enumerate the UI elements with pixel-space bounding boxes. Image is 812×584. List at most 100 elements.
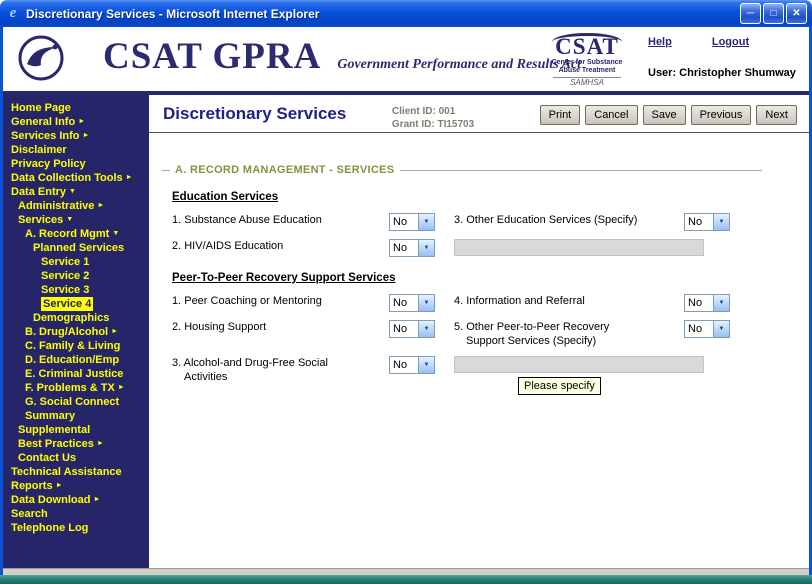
dropdown-arrow-icon: ▼	[418, 214, 434, 230]
sidebar-item-b-drug-alcohol[interactable]: B. Drug/Alcohol►	[3, 325, 149, 339]
submenu-arrow-icon: ►	[97, 199, 104, 213]
record-management-fieldset: A. RECORD MANAGEMENT - SERVICES Educatio…	[149, 133, 809, 384]
sidebar-item-data-entry[interactable]: Data Entry▼	[3, 185, 149, 199]
please-specify-tooltip: Please specify	[518, 377, 601, 395]
brand-block: CSAT GPRA Government Performance and Res…	[103, 35, 581, 78]
csat-logo: CSAT Center for Substance Abuse Treatmen…	[539, 33, 635, 87]
other-education-services-select[interactable]: No ▼	[684, 213, 730, 231]
sidebar-item-demographics[interactable]: Demographics	[3, 311, 149, 325]
sidebar-item-technical-assistance[interactable]: Technical Assistance	[3, 465, 149, 479]
logout-link[interactable]: Logout	[712, 36, 749, 48]
header-links: Help Logout	[648, 36, 749, 48]
main-panel: Discretionary Services Client ID: 001 Gr…	[149, 95, 809, 568]
hiv-aids-education-label: 2. HIV/AIDS Education	[172, 239, 389, 253]
sidebar-item-telephone-log[interactable]: Telephone Log	[3, 521, 149, 535]
sidebar-item-data-download[interactable]: Data Download►	[3, 493, 149, 507]
sidebar-item-f-problems-tx[interactable]: F. Problems & TX►	[3, 381, 149, 395]
print-button[interactable]: Print	[540, 105, 581, 125]
logged-in-user: User: Christopher Shumway	[648, 67, 796, 79]
app-brand: CSAT GPRA	[103, 35, 321, 78]
client-id: Client ID: 001	[392, 105, 540, 118]
previous-button[interactable]: Previous	[691, 105, 752, 125]
sidebar-item-service-1[interactable]: Service 1	[3, 255, 149, 269]
sidebar-item-g-social-connect[interactable]: G. Social Connect	[3, 395, 149, 409]
sidebar-item-d-education-emp[interactable]: D. Education/Emp	[3, 353, 149, 367]
submenu-arrow-icon: ►	[78, 115, 85, 129]
status-bar	[3, 568, 809, 575]
sidebar-item-disclaimer[interactable]: Disclaimer	[3, 143, 149, 157]
footer-bar	[0, 575, 812, 584]
minimize-button[interactable]: ─	[740, 3, 761, 24]
sidebar-item-summary[interactable]: Summary	[3, 409, 149, 423]
sidebar-item-service-4[interactable]: Service 4	[3, 297, 149, 311]
other-peer-recovery-label: 5. Other Peer-to-Peer Recovery Support S…	[454, 320, 684, 348]
sidebar-item-contact-us[interactable]: Contact Us	[3, 451, 149, 465]
information-referral-select[interactable]: No ▼	[684, 294, 730, 312]
sidebar-item-best-practices[interactable]: Best Practices►	[3, 437, 149, 451]
dropdown-arrow-icon: ▼	[418, 321, 434, 337]
dropdown-arrow-icon: ▼	[418, 295, 434, 311]
dropdown-arrow-icon: ▼	[713, 321, 729, 337]
sidebar-item-c-family-living[interactable]: C. Family & Living	[3, 339, 149, 353]
sidebar-item-reports[interactable]: Reports►	[3, 479, 149, 493]
other-peer-recovery-select[interactable]: No ▼	[684, 320, 730, 338]
sidebar-item-data-collection-tools[interactable]: Data Collection Tools►	[3, 171, 149, 185]
sidebar-nav: Home Page General Info► Services Info► D…	[3, 95, 149, 568]
window-controls: ─ □ ✕	[740, 3, 807, 24]
substance-abuse-education-label: 1. Substance Abuse Education	[172, 213, 389, 227]
sidebar-item-service-3[interactable]: Service 3	[3, 283, 149, 297]
dropdown-arrow-icon: ▼	[713, 295, 729, 311]
housing-support-label: 2. Housing Support	[172, 320, 389, 334]
substance-abuse-education-select[interactable]: No ▼	[389, 213, 435, 231]
titlebar[interactable]: e Discretionary Services - Microsoft Int…	[0, 0, 812, 27]
client-grant-ids: Client ID: 001 Grant ID: TI15703	[392, 105, 540, 131]
submenu-arrow-icon: ▼	[69, 185, 76, 199]
other-peer-specify-input	[454, 356, 704, 373]
grant-id: Grant ID: TI15703	[392, 118, 540, 131]
other-education-specify-input	[454, 239, 704, 256]
window-frame: CSAT GPRA Government Performance and Res…	[0, 27, 812, 575]
help-link[interactable]: Help	[648, 36, 672, 48]
close-button[interactable]: ✕	[786, 3, 807, 24]
sidebar-item-administrative[interactable]: Administrative►	[3, 199, 149, 213]
submenu-arrow-icon: ▼	[112, 227, 119, 241]
page-title: Discretionary Services	[163, 104, 392, 124]
submenu-arrow-icon: ►	[93, 493, 100, 507]
sidebar-item-home-page[interactable]: Home Page	[3, 101, 149, 115]
alcohol-drug-free-social-label: 3. Alcohol-and Drug-Free Social Activiti…	[172, 356, 389, 384]
sidebar-item-a-record-mgmt[interactable]: A. Record Mgmt▼	[3, 227, 149, 241]
sidebar-item-e-criminal-justice[interactable]: E. Criminal Justice	[3, 367, 149, 381]
submenu-arrow-icon: ►	[126, 171, 133, 185]
peer-coaching-select[interactable]: No ▼	[389, 294, 435, 312]
housing-support-select[interactable]: No ▼	[389, 320, 435, 338]
maximize-button[interactable]: □	[763, 3, 784, 24]
information-referral-label: 4. Information and Referral	[454, 294, 684, 308]
main-header: Discretionary Services Client ID: 001 Gr…	[149, 95, 809, 133]
sidebar-item-supplemental[interactable]: Supplemental	[3, 423, 149, 437]
submenu-arrow-icon: ►	[111, 325, 118, 339]
sidebar-item-services-info[interactable]: Services Info►	[3, 129, 149, 143]
dropdown-arrow-icon: ▼	[713, 214, 729, 230]
hiv-aids-education-select[interactable]: No ▼	[389, 239, 435, 257]
save-button[interactable]: Save	[643, 105, 686, 125]
sidebar-item-service-2[interactable]: Service 2	[3, 269, 149, 283]
fieldset-legend: A. RECORD MANAGEMENT - SERVICES	[162, 164, 762, 176]
sidebar-item-search[interactable]: Search	[3, 507, 149, 521]
internet-explorer-icon: e	[5, 5, 21, 22]
submenu-arrow-icon: ►	[97, 437, 104, 451]
alcohol-drug-free-social-select[interactable]: No ▼	[389, 356, 435, 374]
hhs-eagle-logo-icon	[17, 34, 65, 87]
dropdown-arrow-icon: ▼	[418, 240, 434, 256]
browser-window: e Discretionary Services - Microsoft Int…	[0, 0, 812, 584]
content-area: Home Page General Info► Services Info► D…	[3, 95, 809, 568]
sidebar-item-general-info[interactable]: General Info►	[3, 115, 149, 129]
sidebar-item-privacy-policy[interactable]: Privacy Policy	[3, 157, 149, 171]
sidebar-item-services[interactable]: Services▼	[3, 213, 149, 227]
dropdown-arrow-icon: ▼	[418, 357, 434, 373]
sidebar-item-planned-services[interactable]: Planned Services	[3, 241, 149, 255]
toolbar: Print Cancel Save Previous Next	[540, 105, 797, 125]
submenu-arrow-icon: ▼	[66, 213, 73, 227]
next-button[interactable]: Next	[756, 105, 797, 125]
submenu-arrow-icon: ►	[118, 381, 125, 395]
cancel-button[interactable]: Cancel	[585, 105, 637, 125]
